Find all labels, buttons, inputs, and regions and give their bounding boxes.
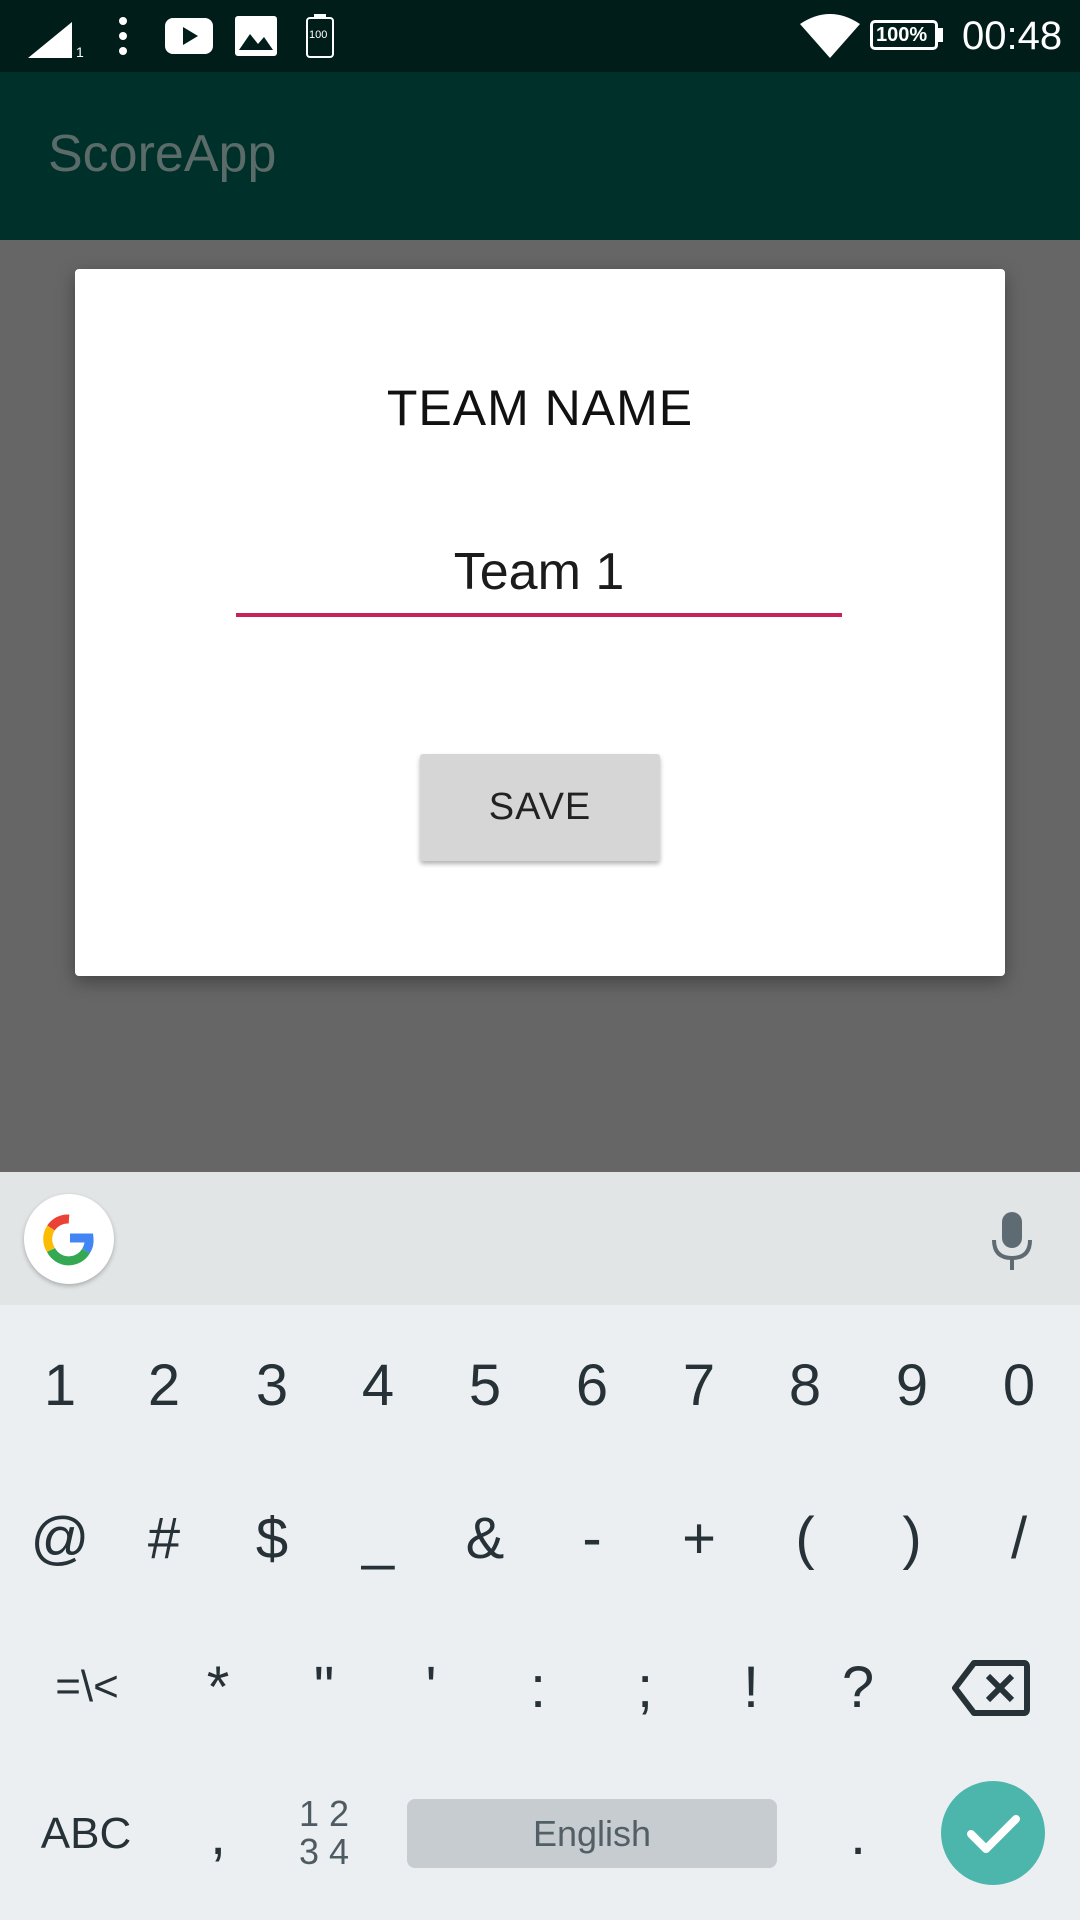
microphone-icon[interactable]: [990, 1212, 1034, 1272]
keyboard: 1 2 3 4 5 6 7 8 9 0 @ # $ _ & - + ( ) / …: [0, 1305, 1080, 1920]
key-abc[interactable]: ABC: [28, 1759, 144, 1909]
space-bar[interactable]: English: [407, 1799, 777, 1868]
key-4[interactable]: 4: [324, 1310, 432, 1460]
key-more-symbols[interactable]: =\<: [32, 1612, 142, 1762]
key-dollar[interactable]: $: [218, 1463, 326, 1613]
key-slash[interactable]: /: [965, 1463, 1073, 1613]
team-name-dialog: TEAM NAME SAVE: [75, 269, 1005, 976]
key-plus[interactable]: +: [645, 1463, 753, 1613]
key-comma[interactable]: ,: [164, 1759, 272, 1909]
image-icon: [235, 16, 277, 56]
key-semicolon[interactable]: ;: [591, 1612, 699, 1762]
google-icon[interactable]: [24, 1194, 114, 1284]
numpad-label-bottom: 3 4: [298, 1831, 350, 1872]
key-underscore[interactable]: _: [324, 1463, 432, 1613]
key-ampersand[interactable]: &: [431, 1463, 539, 1613]
key-at[interactable]: @: [6, 1463, 114, 1613]
key-double-quote[interactable]: ": [270, 1612, 378, 1762]
app-title: ScoreApp: [48, 125, 277, 183]
key-asterisk[interactable]: *: [164, 1612, 272, 1762]
backspace-icon[interactable]: [952, 1659, 1030, 1717]
save-button[interactable]: SAVE: [420, 754, 660, 861]
key-close-paren[interactable]: ): [858, 1463, 966, 1613]
key-3[interactable]: 3: [218, 1310, 326, 1460]
key-open-paren[interactable]: (: [751, 1463, 859, 1613]
key-question[interactable]: ?: [804, 1612, 912, 1762]
numpad-label-top: 1 2: [298, 1793, 350, 1834]
key-0[interactable]: 0: [965, 1310, 1073, 1460]
key-7[interactable]: 7: [645, 1310, 753, 1460]
key-2[interactable]: 2: [110, 1310, 218, 1460]
wifi-icon: [800, 14, 860, 58]
key-period[interactable]: .: [804, 1759, 912, 1909]
key-hash[interactable]: #: [110, 1463, 218, 1613]
battery-icon-text: 100: [309, 29, 328, 41]
signal-icon: [28, 22, 72, 58]
enter-button[interactable]: [941, 1781, 1045, 1885]
battery-tip: [937, 28, 943, 42]
key-1[interactable]: 1: [6, 1310, 114, 1460]
key-8[interactable]: 8: [751, 1310, 859, 1460]
key-colon[interactable]: :: [484, 1612, 592, 1762]
key-6[interactable]: 6: [538, 1310, 646, 1460]
key-9[interactable]: 9: [858, 1310, 966, 1460]
more-vert-icon: [119, 17, 127, 55]
youtube-icon: [165, 18, 213, 54]
battery-percent: 100%: [876, 24, 928, 46]
sim-slot-label: 1: [76, 44, 84, 60]
key-minus[interactable]: -: [538, 1463, 646, 1613]
key-numpad[interactable]: 1 2 3 4: [270, 1795, 378, 1875]
team-name-input[interactable]: [236, 531, 842, 617]
clock: 00:48: [962, 14, 1063, 58]
checkmark-icon: [967, 1815, 1020, 1853]
status-bar: 1 100 100% 00:48: [0, 0, 1080, 72]
key-single-quote[interactable]: ': [377, 1612, 485, 1762]
key-exclamation[interactable]: !: [697, 1612, 805, 1762]
dialog-title: TEAM NAME: [386, 380, 694, 436]
key-5[interactable]: 5: [431, 1310, 539, 1460]
app-bar: ScoreApp: [0, 72, 1080, 240]
keyboard-suggestion-bar: [0, 1172, 1080, 1305]
